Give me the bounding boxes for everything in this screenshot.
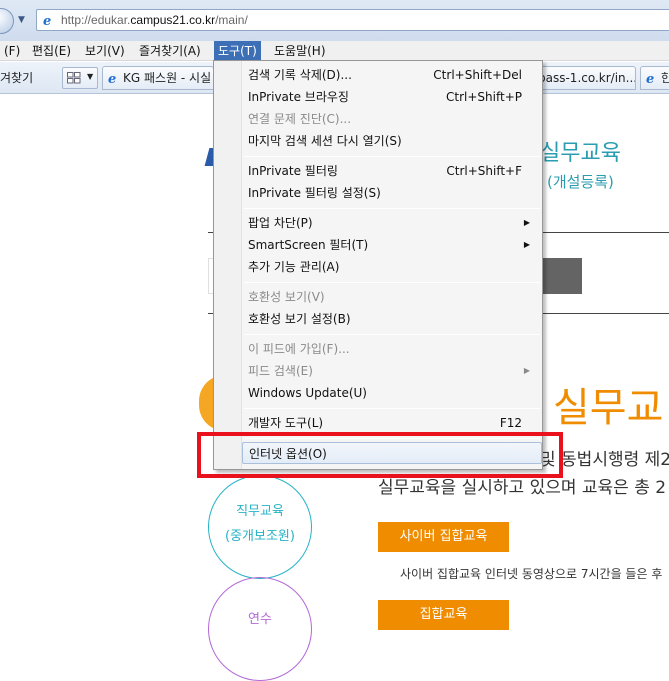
menu-diagnose-connection: 연결 문제 진단(C)...: [248, 112, 352, 126]
menu-separator: [244, 408, 540, 409]
tab-list-dropdown-icon[interactable]: ▼: [87, 72, 93, 81]
favorites-button[interactable]: 겨찾기: [0, 69, 33, 86]
menu-file[interactable]: (F): [0, 41, 24, 61]
ie-favicon-icon: e: [646, 72, 654, 85]
red-highlight-box: [197, 432, 563, 478]
submenu-arrow-icon: ▶: [523, 366, 530, 375]
menu-feed-discovery: 피드 검색(E) ▶: [242, 360, 542, 382]
ie-favicon-icon: e: [41, 13, 55, 27]
menu-manage-addons[interactable]: 추가 기능 관리(A): [242, 256, 542, 278]
section-heading: 실무교육: [540, 141, 621, 166]
menu-popup-blocker[interactable]: 팝업 차단(P) ▶: [242, 212, 542, 234]
tools-dropdown-menu: 검색 기록 삭제(D)... Ctrl+Shift+Del InPrivate 브…: [213, 60, 543, 470]
circle-label: 직무교육: [236, 504, 284, 519]
submenu-arrow-icon: ▶: [523, 218, 530, 227]
svg-text:e: e: [108, 72, 116, 85]
menu-compatibility-view: 호환성 보기(V): [248, 290, 325, 304]
job-training-circle[interactable]: 직무교육 (중개보조원): [208, 475, 312, 579]
menu-smartscreen-filter[interactable]: SmartScreen 필터(T) ▶: [242, 234, 542, 256]
menu-tools[interactable]: 도구(T): [214, 41, 261, 61]
cyber-group-training-button[interactable]: 사이버 집합교육: [378, 522, 509, 552]
menu-bar: (F) 편집(E) 보기(V) 즐겨찾기(A) 도구(T) 도움말(H): [0, 41, 669, 61]
menu-view[interactable]: 보기(V): [81, 41, 129, 61]
section-subheading: (개설등록): [547, 173, 614, 191]
menu-separator: [244, 282, 540, 283]
big-title: 실무교: [553, 385, 664, 431]
menu-favorites[interactable]: 즐겨찾기(A): [135, 41, 205, 61]
tab-title: pass-1.co.kr/in...: [538, 71, 636, 85]
ie-favicon-icon: e: [108, 72, 116, 85]
svg-text:e: e: [43, 14, 51, 27]
group-training-button[interactable]: 집합교육: [378, 600, 509, 630]
svg-text:e: e: [646, 72, 654, 85]
menu-edit[interactable]: 편집(E): [28, 41, 75, 61]
menu-help[interactable]: 도움말(H): [270, 41, 330, 61]
back-button[interactable]: [0, 8, 14, 34]
menu-separator: [244, 334, 540, 335]
menu-gutter: [214, 61, 242, 469]
address-input[interactable]: e http://edukar.campus21.co.kr/main/: [36, 9, 669, 31]
menu-inprivate-filtering[interactable]: InPrivate 필터링 Ctrl+Shift+F: [242, 160, 542, 182]
menu-inprivate-filtering-settings[interactable]: InPrivate 필터링 설정(S): [242, 182, 542, 204]
menu-windows-update[interactable]: Windows Update(U): [242, 382, 542, 404]
menu-developer-tools[interactable]: 개발자 도구(L) F12: [242, 412, 542, 434]
submenu-arrow-icon: ▶: [523, 240, 530, 249]
search-button[interactable]: [540, 258, 582, 294]
tab-title: 한: [661, 71, 669, 85]
menu-inprivate-browsing[interactable]: InPrivate 브라우징 Ctrl+Shift+P: [242, 86, 542, 108]
tab-title: KG 패스원 - 시실: [123, 71, 212, 85]
browser-tab[interactable]: e 한: [640, 66, 669, 90]
training-circle[interactable]: 연수: [208, 577, 312, 681]
quick-tabs-button[interactable]: ▼: [62, 67, 98, 89]
circle-label: 연수: [248, 612, 272, 627]
menu-separator: [244, 208, 540, 209]
url-text: http://edukar.campus21.co.kr/main/: [61, 13, 248, 27]
cyber-training-description: 사이버 집합교육 인터넷 동영상으로 7시간을 들은 후: [400, 567, 663, 581]
menu-delete-history[interactable]: 검색 기록 삭제(D)... Ctrl+Shift+Del: [242, 64, 542, 86]
menu-compatibility-view-settings[interactable]: 호환성 보기 설정(B): [242, 308, 542, 330]
address-bar-row: ▼ e http://edukar.campus21.co.kr/main/: [0, 0, 669, 41]
quick-tabs-icon: [67, 72, 81, 84]
menu-separator: [244, 156, 540, 157]
browser-tab[interactable]: pass-1.co.kr/in...: [535, 66, 636, 90]
history-dropdown-icon[interactable]: ▼: [18, 15, 28, 25]
menu-subscribe-feed: 이 피드에 가입(F)...: [248, 342, 350, 356]
menu-reopen-last-session[interactable]: 마지막 검색 세션 다시 열기(S): [242, 130, 542, 152]
circle-sublabel: (중개보조원): [225, 529, 295, 544]
browser-tab[interactable]: e KG 패스원 - 시실: [102, 66, 214, 90]
